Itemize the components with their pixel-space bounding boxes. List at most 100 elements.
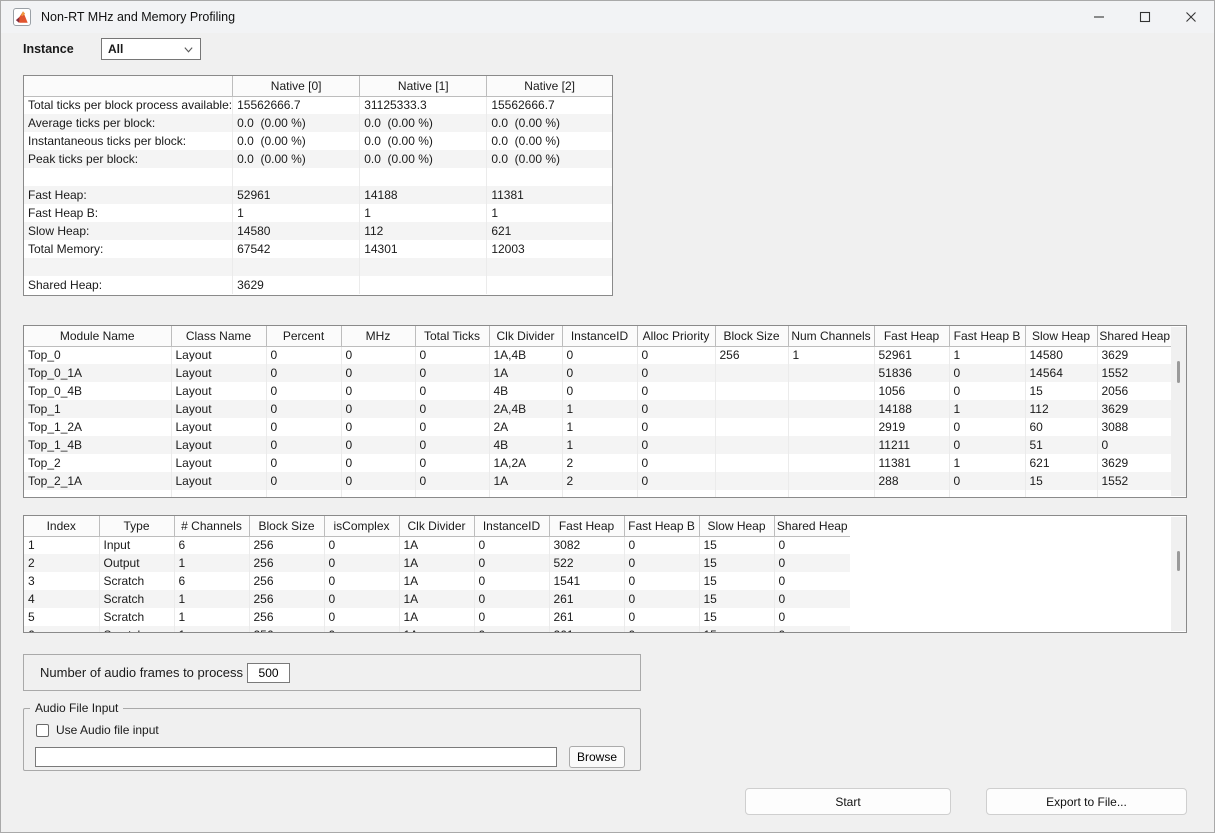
table-cell[interactable]: 0 [637,364,715,382]
table-row[interactable]: 3Scratch625601A015410150 [24,572,850,590]
table-cell[interactable] [341,490,415,498]
table-cell[interactable]: 4B [489,382,562,400]
table-cell[interactable]: 0.0 (0.00 %) [233,114,360,132]
table-cell[interactable]: 0 [624,608,699,626]
table-row[interactable]: Top_1Layout0002A,4B101418811123629 [24,400,1172,418]
table-cell[interactable]: 14580 [1025,346,1097,364]
table-cell[interactable] [487,168,612,186]
table-row[interactable]: 5Scratch125601A02610150 [24,608,850,626]
table-cell[interactable]: 0 [324,590,399,608]
table-cell[interactable]: 1 [949,346,1025,364]
table-cell[interactable]: Scratch [99,590,174,608]
table-row[interactable]: Top_0_1ALayout0001A00518360145641552 [24,364,1172,382]
module-table-scroll-thumb[interactable] [1177,361,1180,383]
table-row[interactable]: 4Scratch125601A02610150 [24,590,850,608]
table-cell[interactable] [562,490,637,498]
table-cell[interactable]: 15 [699,554,774,572]
table-cell[interactable]: 112 [1025,400,1097,418]
table-cell[interactable]: 0 [774,590,850,608]
table-cell[interactable]: 52961 [233,186,360,204]
table-cell[interactable]: 1 [788,346,874,364]
table-cell[interactable] [788,436,874,454]
table-cell[interactable]: 0 [266,364,341,382]
table-row[interactable]: Top_2Layout0001A,2A201138116213629 [24,454,1172,472]
table-row[interactable]: Peak ticks per block:0.0 (0.00 %)0.0 (0.… [24,150,612,168]
instance-dropdown[interactable]: All [101,38,201,60]
table-cell[interactable]: 0 [266,454,341,472]
table-cell[interactable]: 0 [637,346,715,364]
table-cell[interactable] [788,400,874,418]
table-cell[interactable]: Shared Heap: [24,276,233,294]
table-cell[interactable]: 15 [699,608,774,626]
table-cell[interactable] [788,382,874,400]
table-cell[interactable]: 3629 [233,276,360,294]
table-cell[interactable]: 0 [562,364,637,382]
table-cell[interactable]: Layout [171,454,266,472]
table-cell[interactable]: 1A [399,572,474,590]
table-cell[interactable]: 261 [549,608,624,626]
table-cell[interactable]: 0 [324,554,399,572]
table-cell[interactable]: 0 [949,418,1025,436]
table-cell[interactable]: 51 [1025,436,1097,454]
table-cell[interactable]: 0 [474,608,549,626]
table-cell[interactable]: 1A [399,626,474,633]
table-cell[interactable]: 1552 [1097,472,1172,490]
table-cell[interactable] [788,490,874,498]
table-cell[interactable] [715,418,788,436]
table-cell[interactable]: 0.0 (0.00 %) [233,150,360,168]
table-cell[interactable]: 60 [1025,418,1097,436]
table-cell[interactable]: 1 [562,436,637,454]
table-cell[interactable]: 256 [249,554,324,572]
table-cell[interactable]: Layout [171,364,266,382]
start-button[interactable]: Start [745,788,951,815]
table-cell[interactable]: 3629 [1097,454,1172,472]
table-cell[interactable]: 0 [474,590,549,608]
table-row[interactable]: Fast Heap B:111 [24,204,612,222]
table-cell[interactable]: 3629 [1097,400,1172,418]
minimize-button[interactable] [1076,1,1122,33]
table-cell[interactable]: 1A [489,364,562,382]
table-cell[interactable] [266,490,341,498]
table-cell[interactable]: 67542 [233,240,360,258]
table-cell[interactable]: 14188 [874,400,949,418]
table-cell[interactable]: Layout [171,382,266,400]
table-cell[interactable]: Slow Heap: [24,222,233,240]
table-cell[interactable]: 0 [266,346,341,364]
table-cell[interactable]: Layout [171,418,266,436]
table-cell[interactable]: 1A [399,590,474,608]
table-cell[interactable]: 0 [324,626,399,633]
table-cell[interactable]: 522 [549,554,624,572]
table-cell[interactable]: 256 [715,346,788,364]
table-cell[interactable]: Top_0_1A [24,364,171,382]
table-cell[interactable]: 14188 [360,186,487,204]
table-cell[interactable]: 0 [415,436,489,454]
table-cell[interactable]: 1056 [874,382,949,400]
table-cell[interactable]: Layout [171,346,266,364]
table-cell[interactable]: 1 [949,400,1025,418]
table-cell[interactable]: 15 [1025,472,1097,490]
audio-path-input[interactable] [35,747,557,767]
table-cell[interactable] [489,490,562,498]
table-cell[interactable]: 0.0 (0.00 %) [487,150,612,168]
table-cell[interactable]: 11381 [874,454,949,472]
table-cell[interactable] [24,490,171,498]
table-cell[interactable] [715,472,788,490]
table-cell[interactable]: Layout [171,436,266,454]
table-cell[interactable]: 0 [949,364,1025,382]
table-cell[interactable]: 1A [399,554,474,572]
table-cell[interactable]: 256 [249,572,324,590]
table-row[interactable]: Top_1_4BLayout0004B10112110510 [24,436,1172,454]
module-table-scrollbar[interactable] [1171,327,1186,496]
table-cell[interactable]: 3082 [549,536,624,554]
table-cell[interactable]: 4B [489,436,562,454]
maximize-button[interactable] [1122,1,1168,33]
table-row[interactable]: 2Output125601A05220150 [24,554,850,572]
table-cell[interactable]: 2 [562,454,637,472]
table-cell[interactable]: 0 [415,472,489,490]
table-cell[interactable]: 0 [474,572,549,590]
table-cell[interactable] [1097,490,1172,498]
table-cell[interactable] [360,276,487,294]
table-cell[interactable]: 1 [174,608,249,626]
table-cell[interactable]: 0.0 (0.00 %) [360,132,487,150]
table-cell[interactable]: Scratch [99,572,174,590]
